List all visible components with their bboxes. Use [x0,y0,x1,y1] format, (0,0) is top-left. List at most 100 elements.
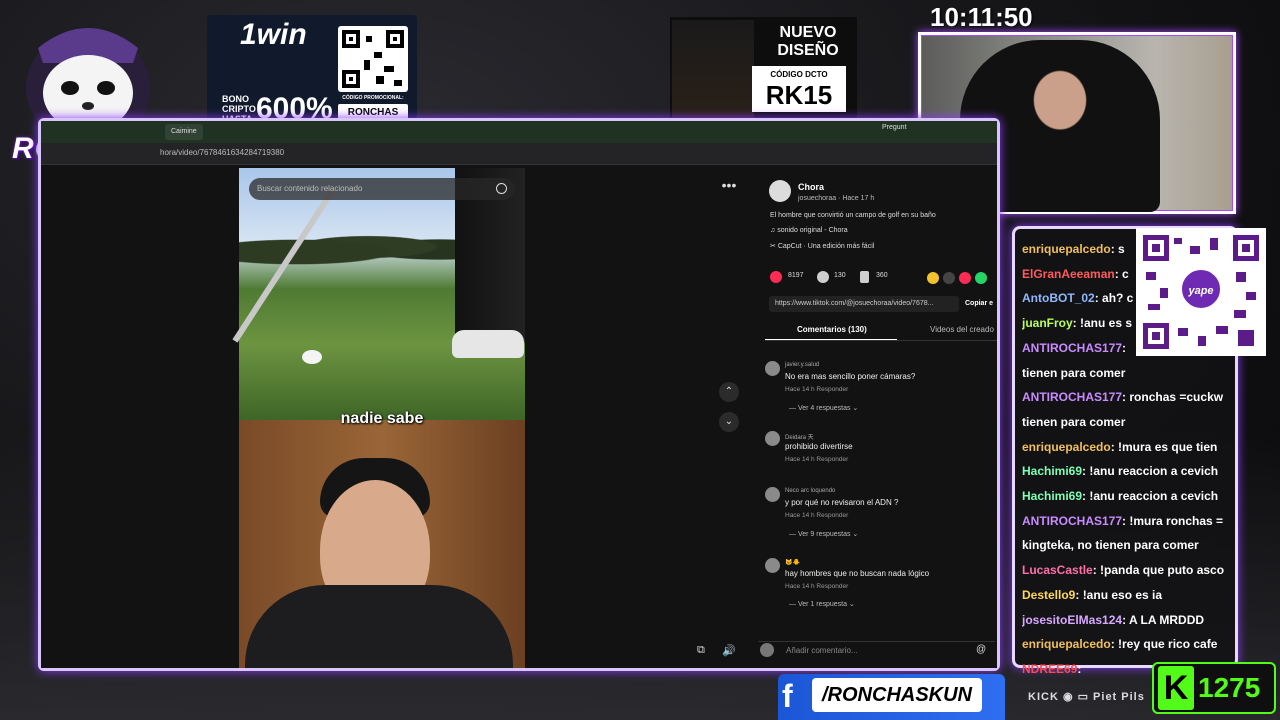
chat-text: tienen para comer [1022,366,1126,380]
clock: 10:11:50 [930,2,1033,32]
mention-icon[interactable]: @ [976,644,986,655]
share-icons [927,271,991,289]
win-promo-label: CÓDIGO PROMOCIONAL: [342,95,404,101]
like-icon[interactable] [770,271,782,283]
view-replies[interactable]: — Ver 4 respuestas ⌄ [789,404,858,412]
comment-text: hay hombres que no buscan nada lógico [785,569,930,578]
chat-username[interactable]: josesitoElMas124 [1022,613,1122,627]
facebook-handle: /RONCHASKUN [822,684,972,706]
comment-meta[interactable]: Hace 14 h Responder [785,583,848,590]
picture-in-picture-icon[interactable]: ⧉ [697,644,705,657]
comment-avatar[interactable] [765,431,780,446]
chat-username[interactable]: AntoBOT_02 [1022,291,1095,305]
comment-user[interactable]: Deidara 天 [785,432,814,441]
chat-username[interactable]: NDREE69 [1022,662,1077,676]
chat-username[interactable]: ANTIROCHAS177 [1022,514,1122,528]
chat-username[interactable]: enriquepalcedo [1022,242,1111,256]
video-caption: nadie sabe [340,410,424,427]
chat-message: tienen para comer [1022,414,1234,430]
tab-comments[interactable]: Comentarios (130) [797,325,867,334]
comment-meta[interactable]: Hace 14 h Responder [785,456,848,463]
next-video-icon[interactable]: ⌄ [719,412,739,432]
chat-text: : !mura es que tien [1110,440,1218,454]
search-icon[interactable] [496,183,507,194]
chat-text: tienen para comer [1022,415,1126,429]
chat-username[interactable]: enriquepalcedo [1022,637,1111,651]
comment-avatar[interactable] [765,558,780,573]
chat-username[interactable]: ANTIROCHAS177 [1022,390,1122,404]
capcut-label: CapCut · Una edición más fácil [777,243,875,250]
chat-text: : !anu reaccion a cevich [1082,489,1219,503]
comment-text: y por qué no revisaron el ADN ? [785,498,899,507]
chat-text: : ah? c [1094,291,1134,305]
volume-icon[interactable]: 🔊 [722,644,736,657]
chat-username[interactable]: ElGranAeeaman [1022,267,1115,281]
chat-username[interactable]: enriquepalcedo [1022,440,1111,454]
kick-viewer-count: 1275 [1198,672,1261,703]
view-replies[interactable]: — Ver 1 respuesta ⌄ [789,600,855,608]
embed-icon[interactable] [943,272,955,284]
whatsapp-icon[interactable] [975,272,987,284]
creator-shirt [245,585,513,668]
chat-username[interactable]: LucasCastle [1022,563,1093,577]
send-icon[interactable] [959,272,971,284]
chat-message: enriquepalcedo: !rey que rico cafe [1022,636,1234,652]
coin-icon[interactable] [927,272,939,284]
chat-username[interactable]: Destello9 [1022,588,1075,602]
chat-message: enriquepalcedo: !mura es que tien [1022,439,1234,455]
chat-message: kingteka, no tienen para comer [1022,537,1234,553]
social-platforms-row: KICK ◉ ▭ Piet Pils [1028,691,1145,703]
author-avatar[interactable] [769,180,791,202]
more-options-icon[interactable]: ••• [720,178,738,196]
browser-tab-ask[interactable]: Pregunt [882,124,907,131]
sound-label: sonido original - Chora [777,227,848,234]
comment-text: No era mas sencillo poner cámaras? [785,372,916,381]
chat-text: : [1077,662,1082,676]
comment-user[interactable]: Neco arc loquendo [785,488,835,494]
banner-code-label: CÓDIGO DCTO [770,70,828,79]
my-avatar [760,643,774,657]
previous-video-icon[interactable]: ⌃ [719,382,739,402]
comment-meta[interactable]: Hace 14 h Responder [785,512,848,519]
chat-message: tienen para comer [1022,365,1234,381]
chat-text: kingteka, no tienen para comer [1022,538,1199,552]
author-name[interactable]: Chora [798,182,824,192]
like-count: 8197 [788,272,804,279]
chat-username[interactable]: ANTIROCHAS177 [1022,341,1122,355]
chat-text: : ronchas =cuckw [1122,390,1224,404]
comment-text: prohibido divertirse [785,442,853,451]
comment-user[interactable]: javier.y.salud [785,362,819,368]
golf-ball [302,350,322,364]
comment-user[interactable]: 🐱🐥 [785,559,800,566]
chat-text: : [1122,341,1127,355]
copy-link-button[interactable]: Copiar e [965,300,993,307]
chat-text: : A LA MRDDD [1122,613,1205,627]
chat-text: : !rey que rico cafe [1110,637,1218,651]
post-description: El hombre que convirtió un campo de golf… [770,212,936,219]
golfer-shoe [452,330,524,358]
save-count: 360 [876,272,888,279]
tab-creator-videos[interactable]: Videos del creado [930,325,994,334]
chat-username[interactable]: Hachimi69 [1022,464,1082,478]
comment-icon[interactable] [817,271,829,283]
chat-text: : s [1110,242,1125,256]
comment-avatar[interactable] [765,361,780,376]
chat-message: Hachimi69: !anu reaccion a cevich [1022,488,1234,504]
view-replies[interactable]: — Ver 9 respuestas ⌄ [789,530,858,538]
capcut-link[interactable]: ✂ CapCut · Una edición más fácil [770,242,874,250]
chat-message: LucasCastle: !panda que puto asco [1022,562,1234,578]
1win-brand: 1win [240,18,307,51]
chat-text: : !anu es s [1072,316,1133,330]
post-sound[interactable]: ♫ sonido original - Chora [770,227,848,234]
yape-logo: yape [1180,268,1222,310]
chat-username[interactable]: Hachimi69 [1022,489,1082,503]
comment-avatar[interactable] [765,487,780,502]
chat-text: : !anu eso es ia [1075,588,1163,602]
comment-meta[interactable]: Hace 14 h Responder [785,386,848,393]
qr-code-icon [338,26,408,92]
banner-code: RK15 [765,80,833,110]
bookmark-icon[interactable] [860,271,869,283]
tab-divider [765,340,997,341]
chat-username[interactable]: juanFroy [1022,316,1073,330]
browser-tab[interactable]: Caimine [165,124,203,140]
